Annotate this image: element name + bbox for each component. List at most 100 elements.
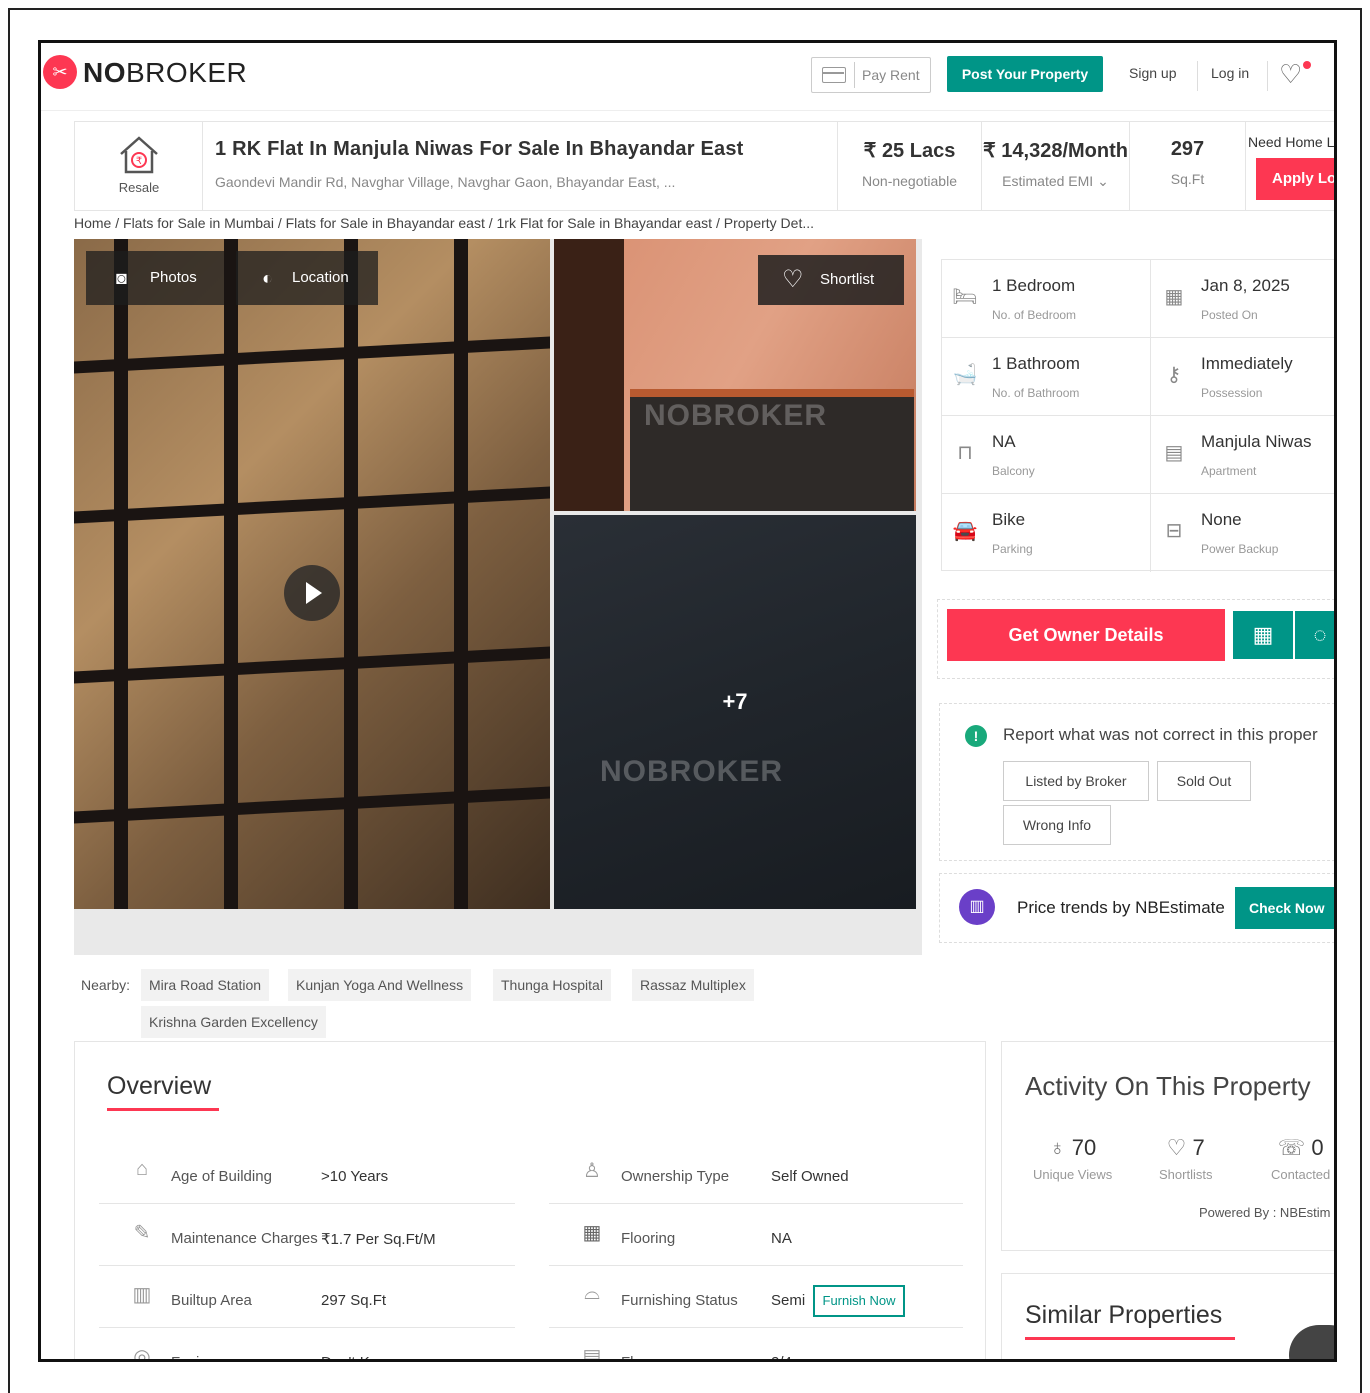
- watermark: NOBROKER: [600, 755, 784, 788]
- pay-rent-button[interactable]: Pay Rent: [811, 57, 931, 93]
- stat-contacted: ☏ 0 Contacted: [1271, 1135, 1331, 1182]
- area-value: 297: [1170, 138, 1205, 160]
- need-home-loan-text: Need Home L: [1248, 134, 1335, 150]
- stat-unique-views: ♁ 70 Unique Views: [1033, 1135, 1113, 1182]
- detail-apartment: ▤ Manjula Niwas Apartment: [1151, 416, 1334, 494]
- compass-icon: ◐: [262, 268, 273, 288]
- property-details-grid: 🛏 1 Bedroom No. of Bedroom ▦ Jan 8, 2025…: [941, 259, 1334, 572]
- overview-value: Semi: [771, 1292, 806, 1309]
- camera-icon: ◙: [116, 268, 127, 288]
- shortlist-heart-icon[interactable]: ♡: [1279, 59, 1302, 90]
- detail-possession: ⚷ Immediately Possession: [1151, 338, 1334, 416]
- window-grill: [74, 336, 550, 374]
- overview-row: ♙ Ownership Type Self Owned: [549, 1144, 963, 1204]
- tools-icon: ✎: [133, 1222, 151, 1244]
- divider: [1267, 61, 1268, 91]
- detail-label: Apartment: [1201, 464, 1257, 478]
- sold-out-button[interactable]: Sold Out: [1157, 761, 1251, 801]
- more-photos-count[interactable]: +7: [554, 689, 916, 715]
- detail-value: NA: [992, 432, 1016, 451]
- shortlist-button[interactable]: ♡ Shortlist: [758, 255, 904, 305]
- overview-label: Flooring: [621, 1230, 676, 1247]
- chevron-down-icon: ⌄: [1097, 173, 1109, 189]
- phone-icon: ☏: [1277, 1135, 1306, 1160]
- listed-by-broker-button[interactable]: Listed by Broker: [1003, 761, 1149, 801]
- price-value: ₹ 25 Lacs: [863, 140, 956, 162]
- get-owner-details-button[interactable]: Get Owner Details: [947, 609, 1225, 661]
- nearby-chip[interactable]: Thunga Hospital: [493, 969, 611, 1001]
- heart-icon: ♡: [782, 266, 804, 293]
- svg-text:₹: ₹: [136, 156, 142, 167]
- detail-balcony: ⊓ NA Balcony: [942, 416, 1151, 494]
- bed-icon: 🛏: [952, 286, 978, 308]
- nearby-chip[interactable]: Krishna Garden Excellency: [141, 1006, 326, 1038]
- nobroker-logo-icon[interactable]: ✂: [43, 55, 77, 89]
- detail-label: Balcony: [992, 464, 1035, 478]
- heart-icon: ♡: [1166, 1135, 1187, 1160]
- detail-bathroom: 🛁 1 Bathroom No. of Bathroom: [942, 338, 1151, 416]
- apply-loan-button[interactable]: Apply Lo: [1256, 158, 1334, 200]
- price-cell: ₹ 25 Lacs Non-negotiable: [837, 122, 981, 210]
- resale-label: Resale: [118, 180, 160, 195]
- detail-label: Parking: [992, 542, 1033, 556]
- overview-row: ▤ Floor 2/4: [549, 1330, 963, 1359]
- chat-icon[interactable]: ◌: [1295, 611, 1334, 659]
- nearby-chip[interactable]: Mira Road Station: [141, 969, 270, 1001]
- area-unit: Sq.Ft: [1170, 171, 1205, 187]
- nearby-chip[interactable]: Kunjan Yoga And Wellness: [288, 969, 472, 1001]
- furnish-now-button[interactable]: Furnish Now: [813, 1285, 905, 1317]
- photo-gallery: NOBROKER NOBROKER +7 ◙ Photos ◐ Location…: [74, 239, 922, 955]
- sign-up-link[interactable]: Sign up: [1129, 65, 1176, 81]
- overview-label: Maintenance Charges: [171, 1230, 318, 1247]
- chart-icon: ▥: [959, 889, 995, 925]
- home-loan-box: Need Home L Apply Lo: [1245, 122, 1335, 210]
- wrong-info-button[interactable]: Wrong Info: [1003, 805, 1111, 845]
- breadcrumb[interactable]: Home / Flats for Sale in Mumbai / Flats …: [74, 215, 814, 231]
- detail-label: Power Backup: [1201, 542, 1279, 556]
- photos-label: Photos: [150, 269, 197, 286]
- pay-rent-label: Pay Rent: [862, 67, 920, 83]
- detail-parking: 🚘 Bike Parking: [942, 494, 1151, 572]
- resale-badge: ₹ Resale: [75, 122, 203, 210]
- building-age-icon: ⌂: [135, 1158, 149, 1180]
- credit-card-icon: [822, 67, 846, 83]
- overview-value: Don't Know: [321, 1354, 397, 1359]
- overview-label: Builtup Area: [171, 1292, 252, 1309]
- overview-row: ◎ Facing Don't Know: [99, 1330, 515, 1359]
- overview-title: Overview: [107, 1072, 212, 1100]
- window-grill: [74, 646, 550, 684]
- location-button[interactable]: ◐ Location: [236, 251, 378, 305]
- overview-label: Floor: [621, 1354, 655, 1359]
- window-grill: [74, 786, 550, 824]
- nobroker-logo[interactable]: NOBROKER: [83, 57, 247, 89]
- title-underline: [107, 1108, 219, 1111]
- overview-row: ▥ Builtup Area 297 Sq.Ft: [99, 1268, 515, 1328]
- log-in-link[interactable]: Log in: [1211, 65, 1249, 81]
- divider: [1197, 61, 1198, 91]
- detail-label: No. of Bathroom: [992, 386, 1080, 400]
- house-rupee-icon: ₹: [120, 136, 158, 174]
- overview-value: 297 Sq.Ft: [321, 1292, 387, 1309]
- building-icon: ▤: [1164, 442, 1184, 464]
- overview-value: NA: [771, 1230, 792, 1247]
- overview-row: ⌂ Age of Building >10 Years: [99, 1144, 515, 1204]
- nearby-label: Nearby:: [81, 977, 131, 993]
- detail-value: Jan 8, 2025: [1201, 276, 1290, 295]
- overview-label: Furnishing Status: [621, 1292, 738, 1309]
- detail-label: Possession: [1201, 386, 1263, 400]
- nearby-chip[interactable]: Rassaz Multiplex: [632, 969, 754, 1001]
- post-property-button[interactable]: Post Your Property: [947, 56, 1103, 92]
- detail-value: Immediately: [1201, 354, 1293, 373]
- overview-label: Ownership Type: [621, 1168, 730, 1185]
- stat-label: Contacted: [1271, 1167, 1331, 1182]
- schedule-visit-calendar-icon[interactable]: ▦: [1233, 611, 1293, 659]
- photos-button[interactable]: ◙ Photos: [86, 251, 224, 305]
- emi-cell[interactable]: ₹ 14,328/Month Estimated EMI ⌄: [981, 122, 1129, 210]
- play-video-icon[interactable]: [284, 565, 340, 621]
- check-now-button[interactable]: Check Now: [1235, 887, 1334, 929]
- location-label: Location: [292, 269, 349, 286]
- watermark: NOBROKER: [644, 399, 828, 432]
- shortlist-label: Shortlist: [820, 271, 875, 288]
- battery-icon: ⊟: [1165, 520, 1183, 542]
- key-icon: ⚷: [1166, 364, 1182, 386]
